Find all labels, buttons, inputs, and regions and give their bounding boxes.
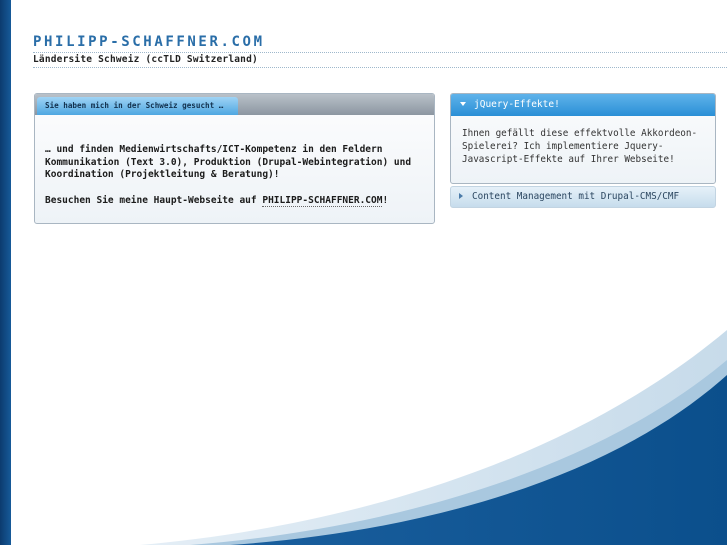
site-title[interactable]: PHILIPP-SCHAFFNER.COM bbox=[33, 34, 265, 50]
visit-exclamation: ! bbox=[382, 194, 389, 206]
accordion-header-label: jQuery-Effekte! bbox=[474, 99, 560, 110]
main-content-panel: Sie haben mich in der Schweiz gesucht … … bbox=[34, 93, 435, 224]
accordion-content-jquery: Ihnen gefällt diese effektvolle Akkordeo… bbox=[462, 128, 698, 165]
site-subtitle: Ländersite Schweiz (ccTLD Switzerland) bbox=[33, 54, 258, 65]
chevron-right-icon bbox=[459, 193, 463, 199]
visit-text: Besuchen Sie meine Haupt-Webseite auf bbox=[45, 194, 263, 206]
accordion-item-jquery: jQuery-Effekte! Ihnen gefällt diese effe… bbox=[450, 93, 716, 184]
title-divider bbox=[33, 52, 727, 53]
accordion-header-label: Content Management mit Drupal-CMS/CMF bbox=[472, 191, 680, 202]
main-tab[interactable]: Sie haben mich in der Schweiz gesucht … bbox=[37, 97, 238, 115]
chevron-down-icon bbox=[460, 102, 466, 106]
visit-paragraph: Besuchen Sie meine Haupt-Webseite auf PH… bbox=[45, 194, 430, 208]
main-panel-body: … und finden Medienwirtschafts/ICT-Kompe… bbox=[45, 144, 430, 220]
main-website-link[interactable]: PHILIPP-SCHAFFNER.COM bbox=[262, 194, 383, 207]
accordion-header-jquery[interactable]: jQuery-Effekte! bbox=[451, 94, 715, 116]
accordion-header-drupal[interactable]: Content Management mit Drupal-CMS/CMF bbox=[450, 186, 716, 208]
intro-paragraph: … und finden Medienwirtschafts/ICT-Kompe… bbox=[45, 144, 412, 180]
subtitle-divider bbox=[33, 67, 727, 68]
background-swoosh bbox=[140, 330, 727, 545]
